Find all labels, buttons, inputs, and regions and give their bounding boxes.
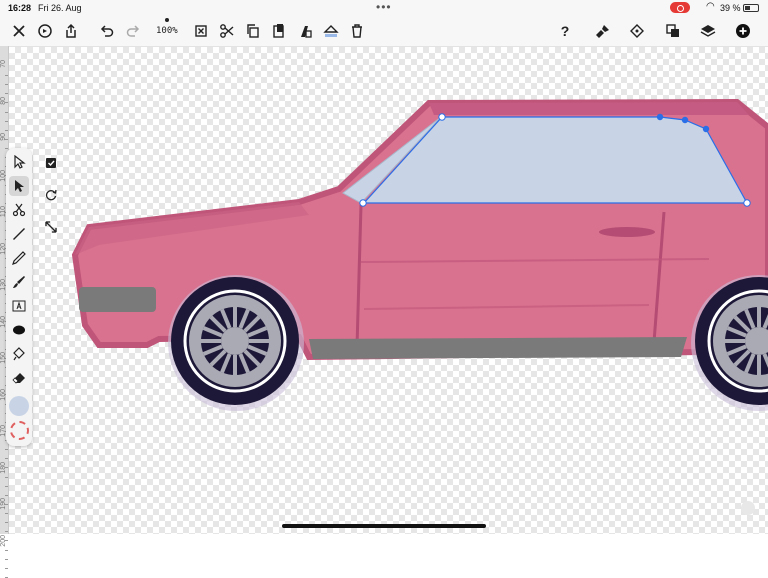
front-wheel[interactable]	[168, 275, 304, 411]
ruler-tick	[5, 120, 8, 122]
battery-icon	[743, 4, 759, 12]
node-tool[interactable]	[9, 176, 29, 196]
share-icon[interactable]	[60, 20, 82, 42]
ruler-tick	[5, 549, 8, 551]
ruler-tick	[5, 513, 8, 514]
arrange-icon[interactable]	[662, 20, 684, 42]
rocker-trim	[309, 337, 687, 359]
trash-icon[interactable]	[346, 20, 368, 42]
help-icon[interactable]: ?	[554, 20, 576, 42]
zoom-level[interactable]: 100%	[156, 26, 178, 36]
ruler-tick	[5, 558, 8, 560]
rotate-icon[interactable]	[40, 184, 62, 206]
ruler-label: 80	[0, 96, 7, 105]
ruler-tick	[5, 485, 8, 487]
ruler-tick	[5, 93, 8, 94]
front-bumper	[79, 287, 156, 312]
path-node[interactable]	[438, 113, 446, 121]
drawing-canvas[interactable]	[9, 47, 768, 534]
roof-stripe	[429, 102, 749, 115]
ruler-label: 200	[0, 534, 7, 547]
ruler-tick	[5, 111, 8, 113]
path-node[interactable]	[702, 125, 710, 133]
tools-panel	[6, 148, 32, 446]
select-checkbox-icon[interactable]	[40, 152, 62, 174]
paste-icon[interactable]	[268, 20, 290, 42]
ruler-tick	[5, 576, 8, 578]
redo-icon[interactable]	[122, 20, 144, 42]
shape-tool[interactable]	[9, 320, 29, 340]
fill-icon[interactable]	[320, 20, 342, 42]
battery-percent: 39 %	[720, 3, 741, 13]
undo-icon[interactable]	[96, 20, 118, 42]
ruler-tick	[5, 531, 8, 532]
ruler-label: 180	[0, 461, 7, 474]
add-icon[interactable]	[732, 20, 754, 42]
fill-tool[interactable]	[9, 344, 29, 364]
settings-icon[interactable]	[34, 20, 56, 42]
ruler-tick	[5, 148, 8, 149]
ruler-label: 70	[0, 60, 7, 68]
node-icon[interactable]	[626, 20, 648, 42]
deselect-icon[interactable]	[190, 20, 212, 42]
fill-color-swatch[interactable]	[9, 396, 29, 416]
ruler-tick	[5, 129, 8, 131]
brush-tool[interactable]	[9, 272, 29, 292]
home-indicator[interactable]	[282, 524, 486, 528]
ruler-label: 190	[0, 498, 7, 510]
stroke-color-swatch[interactable]	[10, 421, 29, 440]
zoom-indicator-dot	[165, 18, 169, 22]
ruler-tick	[5, 75, 8, 76]
cut-tool[interactable]	[9, 200, 29, 220]
ruler-tick	[5, 522, 8, 523]
ruler-tick	[5, 84, 8, 85]
wifi-icon: ◠	[706, 1, 715, 12]
ruler-tick	[5, 449, 8, 450]
context-tools	[40, 152, 62, 242]
ruler-tick	[5, 476, 8, 478]
ruler-label: 90	[0, 133, 7, 141]
path-node[interactable]	[359, 199, 367, 207]
duplicate-icon[interactable]	[294, 20, 316, 42]
status-bar: 16:28 Fri 26. Aug ••• ◠ 39 %	[0, 0, 768, 16]
move-tool[interactable]	[9, 152, 29, 172]
path-node[interactable]	[681, 116, 689, 124]
path-node[interactable]	[743, 199, 751, 207]
path-node[interactable]	[656, 113, 664, 121]
copy-icon[interactable]	[242, 20, 264, 42]
layers-icon[interactable]	[697, 20, 719, 42]
ruler-tick	[5, 458, 8, 459]
assistive-touch-icon[interactable]	[741, 501, 755, 515]
eraser-tool[interactable]	[9, 368, 29, 388]
close-icon[interactable]	[8, 20, 30, 42]
screen-record-icon[interactable]	[670, 2, 690, 13]
cut-icon[interactable]	[216, 20, 238, 42]
door-handle	[599, 227, 655, 237]
status-date: Fri 26. Aug	[38, 3, 82, 13]
brush-settings-icon[interactable]	[592, 20, 614, 42]
pen-tool[interactable]	[9, 224, 29, 244]
top-toolbar: 100% ?	[0, 16, 768, 47]
text-tool[interactable]	[9, 296, 29, 316]
multitasking-dots[interactable]: •••	[376, 0, 392, 14]
resize-icon[interactable]	[40, 216, 62, 238]
car-artwork[interactable]	[9, 47, 768, 534]
pencil-tool[interactable]	[9, 248, 29, 268]
status-time: 16:28	[8, 3, 32, 13]
ruler-tick	[5, 567, 8, 569]
ruler-tick	[5, 494, 8, 496]
